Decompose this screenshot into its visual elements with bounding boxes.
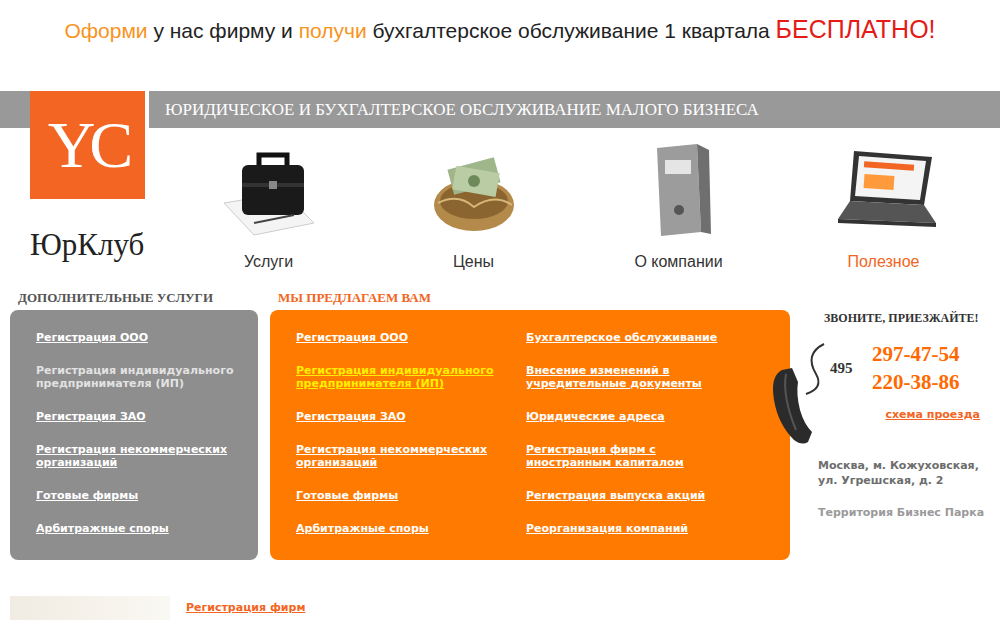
extra-services-panel: Регистрация ООО Регистрация индивидуально… bbox=[10, 310, 258, 560]
band-stub bbox=[0, 91, 30, 128]
tagline-band: ЮРИДИЧЕСКОЕ И БУХГАЛТЕРСКОЕ ОБСЛУЖИВАНИЕ… bbox=[149, 91, 1000, 128]
briefcase-icon bbox=[214, 143, 324, 238]
service-link[interactable]: Регистрация некоммерческих организаций bbox=[36, 443, 238, 469]
service-link[interactable]: Готовые фирмы bbox=[36, 489, 238, 502]
offer-link[interactable]: Регистрация некоммерческих организаций bbox=[296, 443, 526, 469]
nav-item[interactable]: Цены bbox=[371, 140, 576, 272]
phone-icon bbox=[768, 340, 828, 450]
footer-image bbox=[10, 596, 170, 620]
main-nav: УслугиЦеныО компанииПолезное bbox=[149, 140, 1000, 272]
map-link[interactable]: схема проезда bbox=[885, 408, 980, 421]
service-link[interactable]: Арбитражные споры bbox=[36, 522, 238, 535]
logo-icon[interactable]: YC bbox=[30, 91, 145, 199]
money-nest-icon bbox=[424, 143, 524, 238]
nav-label[interactable]: Полезное bbox=[781, 252, 986, 272]
nav-item[interactable]: Полезное bbox=[781, 140, 986, 272]
offer-link[interactable]: Арбитражные споры bbox=[296, 522, 526, 535]
offers-title: МЫ ПРЕДЛАГАЕМ ВАМ bbox=[260, 288, 431, 308]
contact-panel: ЗВОНИТЕ, ПРИЕЗЖАЙТЕ! 495297-47-54220-38-8… bbox=[790, 310, 1000, 560]
offer-link[interactable]: Готовые фирмы bbox=[296, 489, 526, 502]
phone-number[interactable]: 297-47-54 bbox=[872, 340, 960, 368]
offer-link[interactable]: Регистрация выпуска акций bbox=[526, 489, 736, 502]
offer-link[interactable]: Регистрация ООО bbox=[296, 331, 526, 344]
laptop-icon bbox=[824, 143, 944, 238]
promo-text: у нас фирму и bbox=[148, 19, 299, 42]
service-link[interactable]: Регистрация индивидуального предпринимат… bbox=[36, 364, 238, 390]
promo-text: получи bbox=[299, 19, 367, 42]
service-link[interactable]: Регистрация ЗАО bbox=[36, 410, 238, 423]
offer-link[interactable]: Реорганизация компаний bbox=[526, 522, 736, 535]
service-link[interactable]: Регистрация ООО bbox=[36, 331, 238, 344]
contact-title: ЗВОНИТЕ, ПРИЕЗЖАЙТЕ! bbox=[812, 310, 1000, 326]
nav-label[interactable]: Услуги bbox=[166, 252, 371, 272]
logo-block[interactable]: YC ЮрКлуб bbox=[30, 91, 145, 272]
brand-name[interactable]: ЮрКлуб bbox=[30, 225, 145, 265]
place-note: Территория Бизнес Парка bbox=[812, 506, 1000, 520]
offer-link[interactable]: Внесение изменений в учредительные докум… bbox=[526, 364, 736, 390]
offer-link[interactable]: Юридические адреса bbox=[526, 410, 736, 423]
phone-numbers: 495297-47-54220-38-86 bbox=[812, 340, 1000, 396]
offer-link[interactable]: Регистрация фирм с иностранным капиталом bbox=[526, 443, 736, 469]
offer-link[interactable]: Регистрация индивидуального предпринимат… bbox=[296, 364, 526, 390]
area-code: 495 bbox=[830, 357, 872, 380]
footer-row: Регистрация фирм bbox=[0, 596, 1000, 620]
extra-services-title: ДОПОЛНИТЕЛЬНЫЕ УСЛУГИ bbox=[0, 288, 260, 308]
nav-item[interactable]: Услуги bbox=[166, 140, 371, 272]
address-line: Москва, м. Кожуховская, bbox=[818, 458, 1000, 473]
nav-label[interactable]: Цены bbox=[371, 252, 576, 272]
promo-text: БЕСПЛАТНО! bbox=[776, 15, 936, 43]
promo-text: бухгалтерское обслуживание 1 квартала bbox=[367, 19, 776, 42]
binder-icon bbox=[639, 140, 719, 240]
nav-item[interactable]: О компании bbox=[576, 140, 781, 272]
promo-text: Оформи bbox=[64, 19, 147, 42]
address-line: ул. Угрешская, д. 2 bbox=[818, 473, 1000, 488]
footer-link[interactable]: Регистрация фирм bbox=[186, 601, 305, 615]
offers-column: Бухгалтерское обслуживание Внесение измен… bbox=[526, 331, 736, 560]
phone-number[interactable]: 220-38-86 bbox=[872, 368, 960, 396]
address: Москва, м. Кожуховская,ул. Угрешская, д.… bbox=[812, 458, 1000, 488]
offer-link[interactable]: Бухгалтерское обслуживание bbox=[526, 331, 736, 344]
nav-label[interactable]: О компании bbox=[576, 252, 781, 272]
offers-panel: Регистрация ООО Регистрация индивидуально… bbox=[270, 310, 790, 560]
offer-link[interactable]: Регистрация ЗАО bbox=[296, 410, 526, 423]
offers-column: Регистрация ООО Регистрация индивидуально… bbox=[296, 331, 526, 560]
promo-banner: Оформи у нас фирму и получи бухгалтерско… bbox=[0, 0, 1000, 91]
site-header: YC ЮрКлуб ЮРИДИЧЕСКОЕ И БУХГАЛТЕРСКОЕ ОБСЛ… bbox=[0, 91, 1000, 272]
